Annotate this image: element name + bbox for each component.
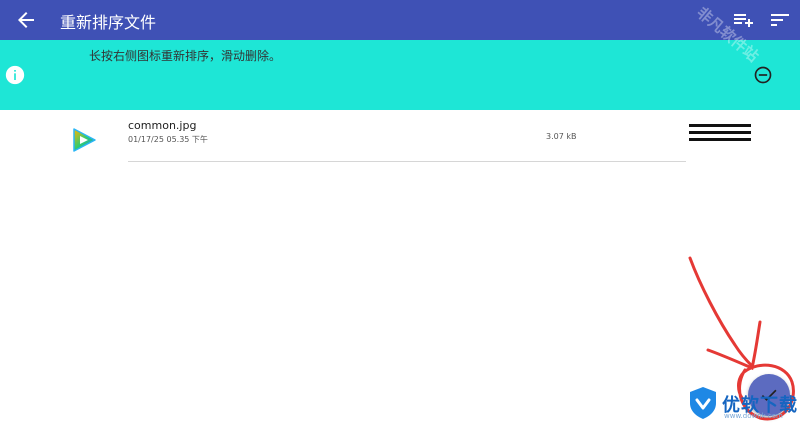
remove-circle-icon[interactable] [753,65,773,85]
download-site-watermark: 优软下载 www.downk.com [688,384,798,424]
info-icon [5,65,25,85]
page-title: 重新排序文件 [60,13,157,32]
info-banner: 长按右侧图标重新排序，滑动删除。 [0,40,800,110]
shield-logo-icon [690,387,716,419]
video-app-icon [73,128,96,152]
banner-text: 长按右侧图标重新排序，滑动删除。 [89,49,282,63]
file-date: 01/17/25 05.35 下午 [128,135,208,144]
file-list-item[interactable]: common.jpg 01/17/25 05.35 下午 3.07 kB [0,110,800,166]
file-name: common.jpg [128,119,197,132]
file-size: 3.07 kB [546,132,577,141]
arrow-back-icon[interactable] [14,8,38,32]
drag-handle-icon[interactable] [689,124,751,148]
watermark-url: www.downk.com [724,412,783,420]
row-divider [128,161,686,162]
sort-icon[interactable] [768,8,792,32]
app-bar: 重新排序文件 [0,0,800,40]
